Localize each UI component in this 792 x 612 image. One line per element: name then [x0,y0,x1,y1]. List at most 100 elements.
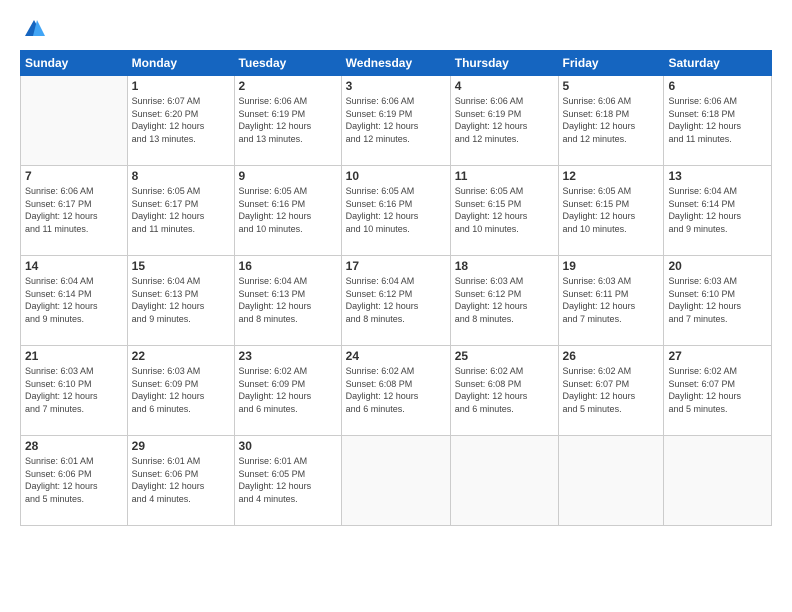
day-number: 6 [668,79,767,93]
calendar-day: 10Sunrise: 6:05 AM Sunset: 6:16 PM Dayli… [341,166,450,256]
day-info: Sunrise: 6:02 AM Sunset: 6:08 PM Dayligh… [346,365,446,415]
day-info: Sunrise: 6:05 AM Sunset: 6:16 PM Dayligh… [346,185,446,235]
day-info: Sunrise: 6:06 AM Sunset: 6:18 PM Dayligh… [668,95,767,145]
calendar-day: 28 Sunrise: 6:01 AM Sunset: 6:06 PM Dayli… [21,436,128,526]
day-number: 2 [239,79,337,93]
calendar-day: 4 Sunrise: 6:06 AM Sunset: 6:19 PM Daylig… [450,76,558,166]
calendar-week-3: 14 Sunrise: 6:04 AM Sunset: 6:14 PM Dayli… [21,256,772,346]
calendar-week-5: 28 Sunrise: 6:01 AM Sunset: 6:06 PM Dayli… [21,436,772,526]
day-number: 19 [563,259,660,273]
day-number: 21 [25,349,123,363]
calendar-day: 22 Sunrise: 6:03 AM Sunset: 6:09 PM Dayli… [127,346,234,436]
day-info: Sunrise: 6:06 AM Sunset: 6:18 PM Dayligh… [563,95,660,145]
day-number: 7 [25,169,123,183]
calendar-header-saturday: Saturday [664,51,772,76]
calendar-day: 9 Sunrise: 6:05 AM Sunset: 6:16 PM Daylig… [234,166,341,256]
calendar-day: 26 Sunrise: 6:02 AM Sunset: 6:07 PM Dayli… [558,346,664,436]
calendar-day: 3 Sunrise: 6:06 AM Sunset: 6:19 PM Daylig… [341,76,450,166]
calendar-week-2: 7 Sunrise: 6:06 AM Sunset: 6:17 PM Daylig… [21,166,772,256]
day-number: 29 [132,439,230,453]
day-info: Sunrise: 6:03 AM Sunset: 6:10 PM Dayligh… [668,275,767,325]
day-number: 9 [239,169,337,183]
calendar-header-row: SundayMondayTuesdayWednesdayThursdayFrid… [21,51,772,76]
day-info: Sunrise: 6:02 AM Sunset: 6:07 PM Dayligh… [563,365,660,415]
day-info: Sunrise: 6:05 AM Sunset: 6:17 PM Dayligh… [132,185,230,235]
day-info: Sunrise: 6:04 AM Sunset: 6:13 PM Dayligh… [132,275,230,325]
day-info: Sunrise: 6:04 AM Sunset: 6:14 PM Dayligh… [668,185,767,235]
calendar-day: 8 Sunrise: 6:05 AM Sunset: 6:17 PM Daylig… [127,166,234,256]
calendar-day: 15 Sunrise: 6:04 AM Sunset: 6:13 PM Dayli… [127,256,234,346]
day-number: 27 [668,349,767,363]
day-number: 13 [668,169,767,183]
calendar-day: 19Sunrise: 6:03 AM Sunset: 6:11 PM Dayli… [558,256,664,346]
calendar-day [664,436,772,526]
day-info: Sunrise: 6:06 AM Sunset: 6:17 PM Dayligh… [25,185,123,235]
calendar-header-sunday: Sunday [21,51,128,76]
day-info: Sunrise: 6:01 AM Sunset: 6:06 PM Dayligh… [132,455,230,505]
day-number: 4 [455,79,554,93]
day-number: 12 [563,169,660,183]
calendar-day [450,436,558,526]
calendar: SundayMondayTuesdayWednesdayThursdayFrid… [20,50,772,526]
calendar-header-monday: Monday [127,51,234,76]
calendar-day: 7 Sunrise: 6:06 AM Sunset: 6:17 PM Daylig… [21,166,128,256]
calendar-header-tuesday: Tuesday [234,51,341,76]
day-info: Sunrise: 6:03 AM Sunset: 6:12 PM Dayligh… [455,275,554,325]
day-info: Sunrise: 6:02 AM Sunset: 6:07 PM Dayligh… [668,365,767,415]
day-number: 3 [346,79,446,93]
calendar-day: 5 Sunrise: 6:06 AM Sunset: 6:18 PM Daylig… [558,76,664,166]
day-info: Sunrise: 6:03 AM Sunset: 6:09 PM Dayligh… [132,365,230,415]
day-info: Sunrise: 6:05 AM Sunset: 6:16 PM Dayligh… [239,185,337,235]
day-info: Sunrise: 6:06 AM Sunset: 6:19 PM Dayligh… [239,95,337,145]
header [20,18,772,40]
calendar-day: 2 Sunrise: 6:06 AM Sunset: 6:19 PM Daylig… [234,76,341,166]
calendar-header-wednesday: Wednesday [341,51,450,76]
day-number: 30 [239,439,337,453]
day-info: Sunrise: 6:03 AM Sunset: 6:10 PM Dayligh… [25,365,123,415]
day-number: 8 [132,169,230,183]
day-info: Sunrise: 6:05 AM Sunset: 6:15 PM Dayligh… [455,185,554,235]
day-info: Sunrise: 6:04 AM Sunset: 6:12 PM Dayligh… [346,275,446,325]
day-number: 17 [346,259,446,273]
calendar-day: 18Sunrise: 6:03 AM Sunset: 6:12 PM Dayli… [450,256,558,346]
calendar-day: 24 Sunrise: 6:02 AM Sunset: 6:08 PM Dayli… [341,346,450,436]
day-number: 16 [239,259,337,273]
calendar-day: 14 Sunrise: 6:04 AM Sunset: 6:14 PM Dayli… [21,256,128,346]
day-info: Sunrise: 6:06 AM Sunset: 6:19 PM Dayligh… [346,95,446,145]
day-info: Sunrise: 6:05 AM Sunset: 6:15 PM Dayligh… [563,185,660,235]
day-number: 14 [25,259,123,273]
logo [20,18,45,40]
calendar-day: 6 Sunrise: 6:06 AM Sunset: 6:18 PM Daylig… [664,76,772,166]
calendar-day [341,436,450,526]
day-number: 26 [563,349,660,363]
calendar-day: 16 Sunrise: 6:04 AM Sunset: 6:13 PM Dayli… [234,256,341,346]
calendar-day: 27 Sunrise: 6:02 AM Sunset: 6:07 PM Dayli… [664,346,772,436]
calendar-header-friday: Friday [558,51,664,76]
calendar-day [558,436,664,526]
day-number: 1 [132,79,230,93]
day-info: Sunrise: 6:04 AM Sunset: 6:13 PM Dayligh… [239,275,337,325]
day-number: 28 [25,439,123,453]
calendar-header-thursday: Thursday [450,51,558,76]
day-info: Sunrise: 6:01 AM Sunset: 6:06 PM Dayligh… [25,455,123,505]
day-number: 15 [132,259,230,273]
calendar-day: 29 Sunrise: 6:01 AM Sunset: 6:06 PM Dayli… [127,436,234,526]
day-number: 11 [455,169,554,183]
calendar-week-4: 21 Sunrise: 6:03 AM Sunset: 6:10 PM Dayli… [21,346,772,436]
day-number: 24 [346,349,446,363]
calendar-day: 25Sunrise: 6:02 AM Sunset: 6:08 PM Dayli… [450,346,558,436]
calendar-week-1: 1Sunrise: 6:07 AM Sunset: 6:20 PM Daylig… [21,76,772,166]
day-number: 20 [668,259,767,273]
day-info: Sunrise: 6:04 AM Sunset: 6:14 PM Dayligh… [25,275,123,325]
calendar-day: 13 Sunrise: 6:04 AM Sunset: 6:14 PM Dayli… [664,166,772,256]
calendar-day [21,76,128,166]
day-number: 5 [563,79,660,93]
day-info: Sunrise: 6:01 AM Sunset: 6:05 PM Dayligh… [239,455,337,505]
calendar-day: 17 Sunrise: 6:04 AM Sunset: 6:12 PM Dayli… [341,256,450,346]
calendar-day: 1Sunrise: 6:07 AM Sunset: 6:20 PM Daylig… [127,76,234,166]
calendar-day: 30 Sunrise: 6:01 AM Sunset: 6:05 PM Dayli… [234,436,341,526]
day-number: 22 [132,349,230,363]
logo-icon [23,18,45,40]
calendar-day: 21 Sunrise: 6:03 AM Sunset: 6:10 PM Dayli… [21,346,128,436]
day-info: Sunrise: 6:06 AM Sunset: 6:19 PM Dayligh… [455,95,554,145]
